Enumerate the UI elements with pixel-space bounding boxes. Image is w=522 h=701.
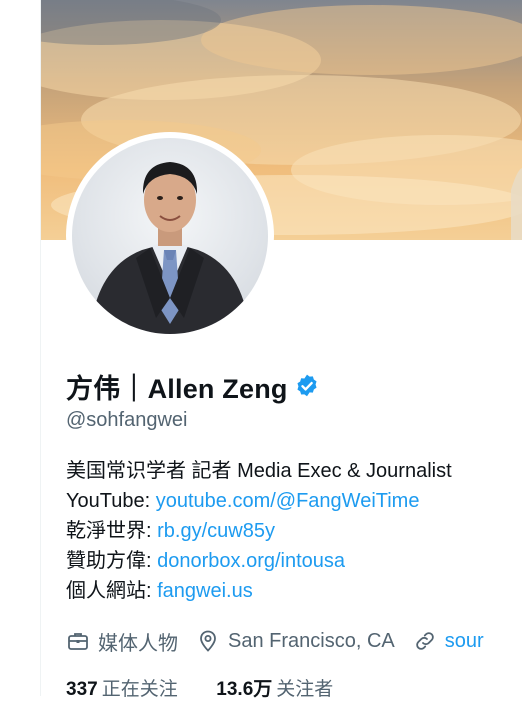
profile-location-text: San Francisco, CA: [228, 629, 395, 652]
profile-website-link[interactable]: sour: [445, 630, 484, 653]
avatar-portrait: [90, 162, 250, 334]
bio-clean-world-link[interactable]: rb.gy/cuw85y: [157, 520, 275, 542]
display-name: 方伟｜Allen Zeng: [66, 373, 288, 404]
bio-donate-link[interactable]: donorbox.org/intousa: [157, 550, 345, 572]
following-stat[interactable]: 337 正在关注: [66, 679, 183, 700]
followers-count: 13.6万: [216, 679, 273, 700]
bio-line-donate: 贊助方偉: donorbox.org/intousa: [66, 546, 516, 576]
followers-label: 关注者: [276, 679, 334, 700]
following-label: 正在关注: [101, 679, 178, 700]
profile-location: San Francisco, CA: [196, 629, 395, 653]
followers-stat[interactable]: 13.6万 关注者: [216, 679, 333, 700]
following-count: 337: [66, 679, 98, 700]
bio-website-link[interactable]: fangwei.us: [157, 580, 253, 602]
bio-youtube-label: YouTube:: [66, 490, 156, 512]
follow-stats: 337 正在关注 13.6万 关注者: [66, 674, 333, 701]
bio-line-1: 美国常识学者 記者 Media Exec & Journalist: [66, 460, 452, 482]
profile-website[interactable]: sour: [413, 629, 484, 653]
link-icon: [415, 632, 434, 650]
avatar[interactable]: [72, 138, 268, 334]
briefcase-icon: [68, 633, 88, 650]
bio-donate-label: 贊助方偉:: [66, 550, 158, 572]
profile-category-text: 媒体人物: [98, 632, 178, 655]
profile-meta-row: 媒体人物 San Francisco, CA sour: [66, 624, 502, 658]
profile-name-row: 方伟｜Allen Zeng: [66, 366, 320, 406]
bio-clean-world-label: 乾淨世界:: [66, 520, 158, 542]
bio-youtube-link[interactable]: youtube.com/@FangWeiTime: [156, 490, 420, 512]
bio-line-clean-world: 乾淨世界: rb.gy/cuw85y: [66, 516, 516, 546]
verified-badge-icon[interactable]: [294, 373, 320, 399]
bio-line-website: 個人網站: fangwei.us: [66, 576, 516, 606]
bio-website-label: 個人網站:: [66, 580, 158, 602]
profile-handle: @sohfangwei: [66, 409, 188, 431]
bio-line-youtube: YouTube: youtube.com/@FangWeiTime: [66, 486, 516, 516]
profile-category: 媒体人物: [66, 627, 178, 656]
profile-bio: 美国常识学者 記者 Media Exec & Journalist YouTub…: [66, 456, 516, 606]
location-pin-icon: [200, 630, 216, 652]
